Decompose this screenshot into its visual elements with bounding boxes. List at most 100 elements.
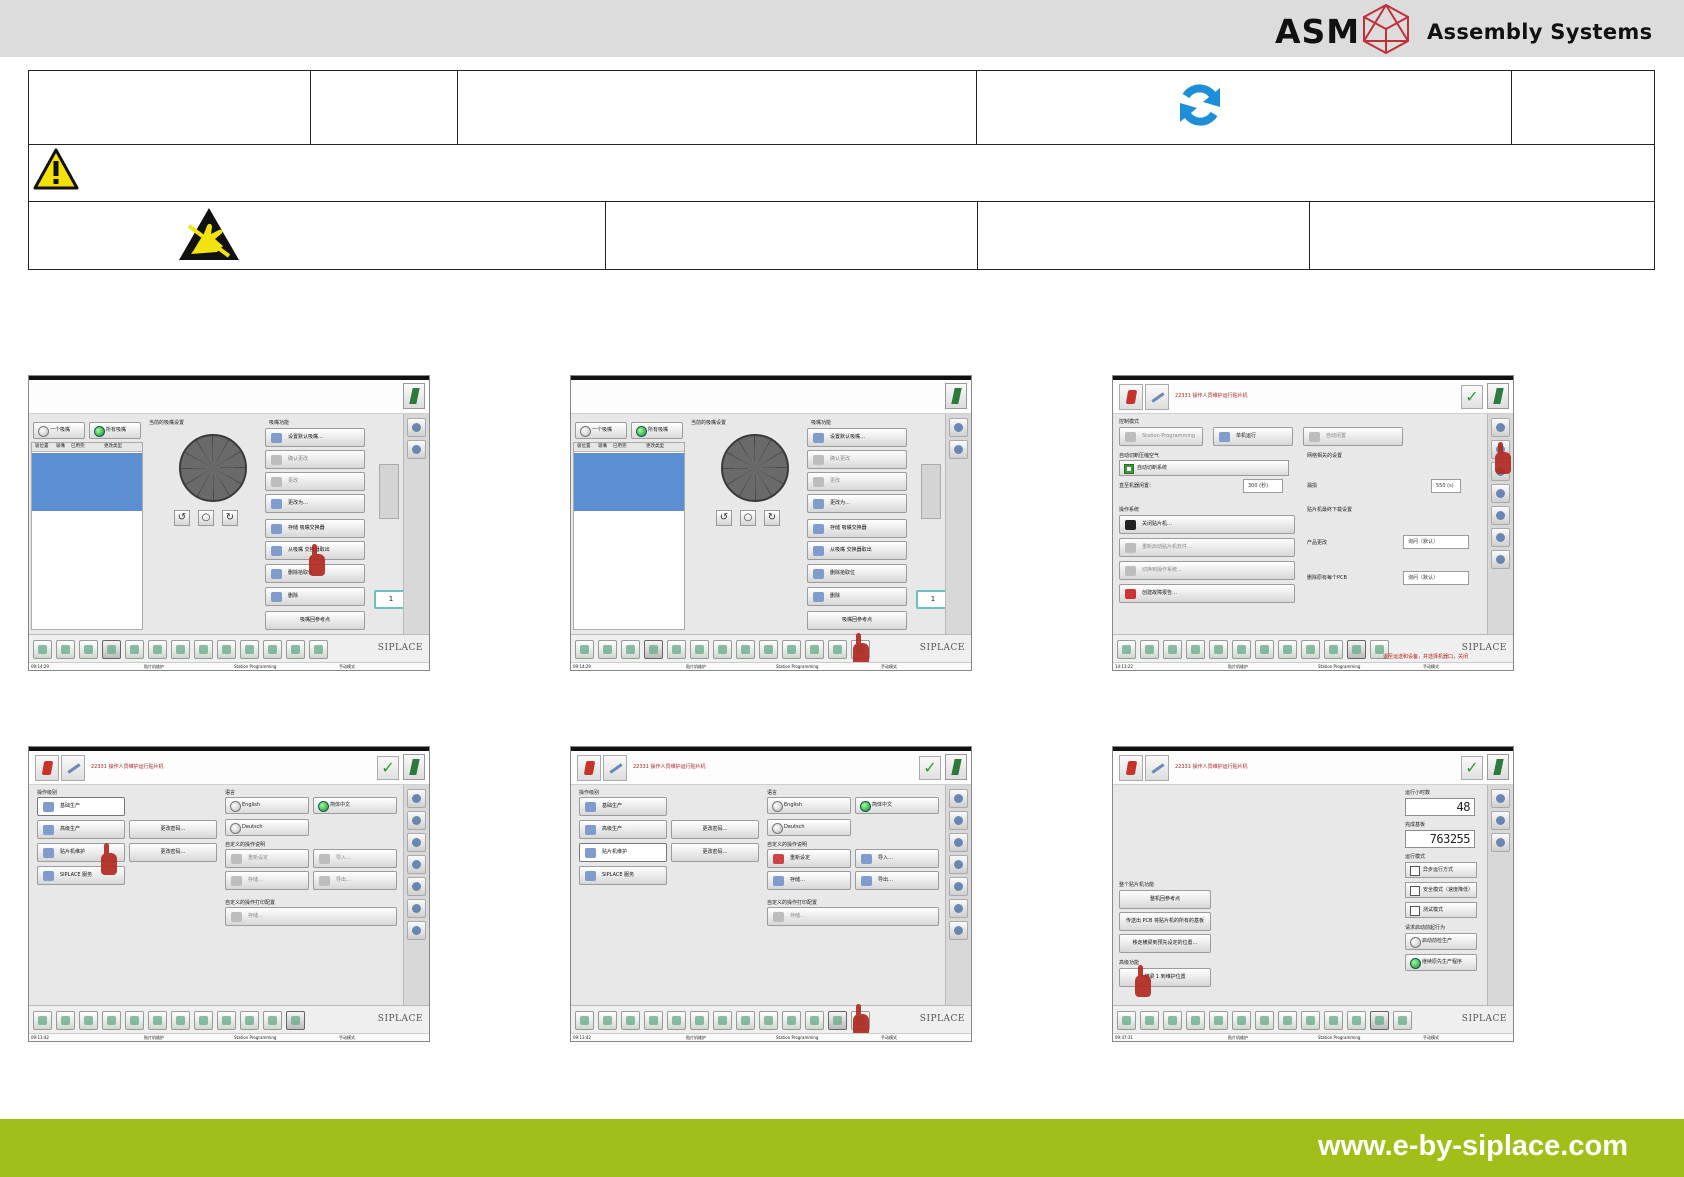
component-icon[interactable] xyxy=(1163,1011,1182,1030)
users-icon[interactable] xyxy=(949,811,968,830)
exit-icon[interactable] xyxy=(1487,383,1509,409)
lang-english-radio[interactable]: English xyxy=(767,797,851,814)
feeder-icon[interactable] xyxy=(1140,1011,1159,1030)
machine-maintenance-button[interactable]: 贴片机维护 xyxy=(579,843,667,862)
book-icon[interactable] xyxy=(713,1011,732,1030)
change-to-button[interactable]: 更改为… xyxy=(807,494,907,513)
camera-icon[interactable] xyxy=(759,640,778,659)
wrench-icon[interactable] xyxy=(1393,1011,1412,1030)
conveyor-icon[interactable] xyxy=(782,640,801,659)
component-icon[interactable] xyxy=(79,640,98,659)
users-icon[interactable] xyxy=(407,811,426,830)
pcb-select[interactable]: 询问（默认） xyxy=(1403,571,1469,585)
feeder-icon[interactable] xyxy=(1140,640,1159,659)
set-defaults-button[interactable]: 设置默认吸嘴… xyxy=(265,428,365,447)
conveyor-icon[interactable] xyxy=(782,1011,801,1030)
component-icon[interactable] xyxy=(621,1011,640,1030)
print-save-button[interactable]: 存储… xyxy=(767,907,939,926)
export-button[interactable]: 导出… xyxy=(855,871,939,890)
robot-icon[interactable] xyxy=(1491,550,1510,569)
load-button[interactable]: 从吸嘴 交换器取出 xyxy=(807,541,907,560)
store-button[interactable]: 存储 吸嘴交换器 xyxy=(265,519,365,538)
board-icon[interactable] xyxy=(690,640,709,659)
radio-all-nozzles[interactable]: 所有吸嘴 xyxy=(89,422,141,439)
vacuum-field[interactable]: 550 (s) xyxy=(1431,479,1461,493)
change-to-button[interactable]: 更改为… xyxy=(265,494,365,513)
gear-icon[interactable] xyxy=(1491,811,1510,830)
camera-icon[interactable] xyxy=(217,640,236,659)
move-gantry-button[interactable]: 移走横梁到预先设定的位置… xyxy=(1119,934,1211,953)
feeder-icon[interactable] xyxy=(598,1011,617,1030)
gears-icon[interactable] xyxy=(828,640,847,659)
nozzle-home-button[interactable]: 吸嘴回参考点 xyxy=(807,611,907,630)
lang-german-radio[interactable]: Deutsch xyxy=(225,819,309,836)
production-icon[interactable] xyxy=(1117,1011,1136,1030)
conveyor-icon[interactable] xyxy=(1324,1011,1343,1030)
import-button[interactable]: 导入… xyxy=(855,849,939,868)
line-chart-icon[interactable] xyxy=(194,640,213,659)
book-icon[interactable] xyxy=(713,640,732,659)
lang-chinese-radio[interactable]: 简体中文 xyxy=(313,797,397,814)
conveyor-icon[interactable] xyxy=(1324,640,1343,659)
edit-icon[interactable] xyxy=(1145,384,1169,410)
network-icon[interactable] xyxy=(949,833,968,852)
lang-german-radio[interactable]: Deutsch xyxy=(767,819,851,836)
bar-chart-icon[interactable] xyxy=(1209,640,1228,659)
async-mode-checkbox[interactable]: 异步运行方式 xyxy=(1405,862,1477,878)
camera-icon[interactable] xyxy=(1301,640,1320,659)
nozzle-tools-icon[interactable] xyxy=(1491,789,1510,808)
line-chart-icon[interactable] xyxy=(736,1011,755,1030)
side-tab[interactable] xyxy=(379,464,399,519)
nozzle-home-button[interactable]: 吸嘴回参考点 xyxy=(265,611,365,630)
component-icon[interactable] xyxy=(621,640,640,659)
basic-production-button[interactable]: 基础生产 xyxy=(579,797,667,816)
feeder-icon[interactable] xyxy=(56,640,75,659)
grid-icon[interactable] xyxy=(644,1011,663,1030)
delay-field[interactable]: 300 (秒) xyxy=(1243,479,1283,493)
grid-icon[interactable] xyxy=(102,640,121,659)
calendar-icon[interactable] xyxy=(1491,506,1510,525)
robot-icon[interactable] xyxy=(407,921,426,940)
shutdown-button[interactable]: 关闭贴片机… xyxy=(1119,515,1295,534)
clock-icon[interactable] xyxy=(949,418,968,437)
footer-url-link[interactable]: www.e-by-siplace.com xyxy=(1318,1130,1628,1163)
nozzle-icon[interactable] xyxy=(805,1011,824,1030)
component-icon[interactable] xyxy=(79,1011,98,1030)
auto-idle-button[interactable]: 自动闲置 xyxy=(1303,427,1403,446)
grid-icon[interactable] xyxy=(1186,640,1205,659)
production-icon[interactable] xyxy=(33,1011,52,1030)
edit-icon[interactable] xyxy=(1145,755,1169,781)
nozzle-icon[interactable] xyxy=(805,640,824,659)
single-run-button[interactable]: 单机运行 xyxy=(1213,427,1293,446)
change-password-button-2[interactable]: 更改密码… xyxy=(129,843,217,862)
change-password-button-2[interactable]: 更改密码… xyxy=(671,843,759,862)
grid-icon[interactable] xyxy=(102,1011,121,1030)
production-icon[interactable] xyxy=(33,640,52,659)
book-icon[interactable] xyxy=(171,1011,190,1030)
board-icon[interactable] xyxy=(1232,1011,1251,1030)
rotate-right-button[interactable]: ↻ xyxy=(764,510,780,526)
edit-icon[interactable] xyxy=(61,755,85,781)
safe-mode-checkbox[interactable]: 安全模式（速度降低） xyxy=(1405,882,1477,898)
export-button[interactable]: 导出… xyxy=(313,871,397,890)
machine-icon[interactable] xyxy=(1491,418,1510,437)
continue-production-radio[interactable]: 继续原先生产程序 xyxy=(1405,954,1477,971)
machine-icon[interactable] xyxy=(949,789,968,808)
machine-home-button[interactable]: 整机回参考点 xyxy=(1119,890,1211,909)
calendar-icon[interactable] xyxy=(949,877,968,896)
selected-rows[interactable] xyxy=(32,453,142,511)
rotate-left-button[interactable]: ↺ xyxy=(716,510,732,526)
reset-button[interactable]: 重新设定 xyxy=(767,849,851,868)
restart-software-button[interactable]: 重新启动贴片机软件… xyxy=(1119,538,1295,557)
bar-chart-icon[interactable] xyxy=(667,640,686,659)
wrench-icon[interactable] xyxy=(309,640,328,659)
book-icon[interactable] xyxy=(171,640,190,659)
lang-english-radio[interactable]: English xyxy=(225,797,309,814)
line-chart-icon[interactable] xyxy=(1278,640,1297,659)
nozzle-icon[interactable] xyxy=(1347,640,1366,659)
filter-icon[interactable] xyxy=(407,440,426,459)
bar-chart-icon[interactable] xyxy=(125,1011,144,1030)
warning-icon[interactable] xyxy=(949,855,968,874)
store-button[interactable]: 存储 吸嘴交换器 xyxy=(807,519,907,538)
gears-icon[interactable] xyxy=(828,1011,847,1030)
